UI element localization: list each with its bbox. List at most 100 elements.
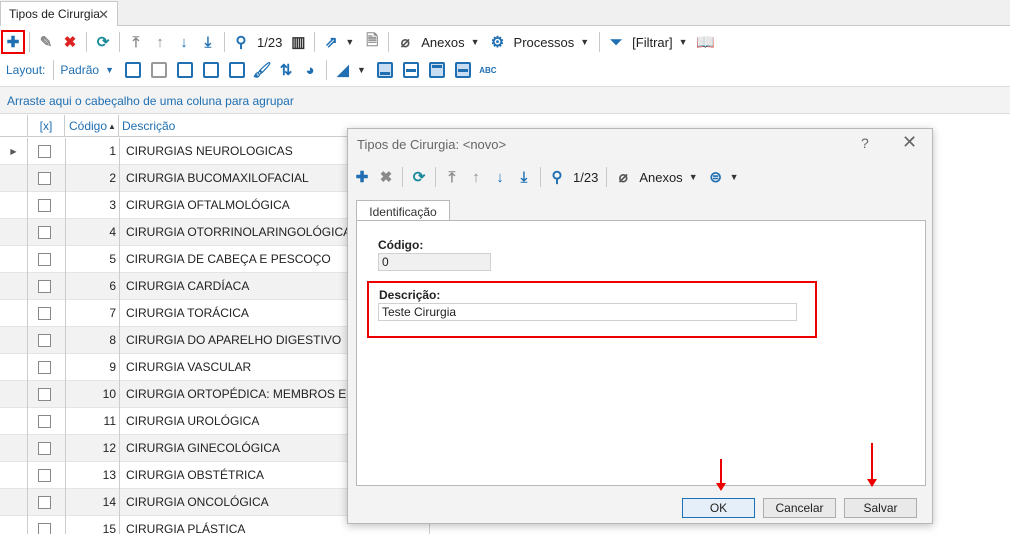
group-by-panel[interactable]: Arraste aqui o cabeçalho de uma coluna p… [0,86,1010,114]
row-checkbox[interactable] [38,280,51,293]
row-indicator[interactable] [0,300,28,327]
column-divider [119,138,120,165]
group-footer-toggle-icon[interactable] [402,62,419,78]
next-record-icon[interactable]: ↓ [173,31,195,53]
options-icon[interactable]: ⊜ [705,166,727,188]
spellcheck-icon[interactable]: ABC [477,59,499,81]
search-icon[interactable]: ⚲ [230,31,252,53]
save-layout-icon[interactable] [177,62,193,78]
annotation-arrow-save [867,443,877,487]
ok-button[interactable]: OK [682,498,755,518]
row-checkbox[interactable] [38,253,51,266]
codigo-field[interactable]: 0 [378,253,491,271]
row-checkbox[interactable] [38,388,51,401]
tab-identificacao[interactable]: Identificação [356,200,450,222]
options-dropdown-caret[interactable]: ▼ [730,172,739,182]
document-icon[interactable]: 🗎 [361,31,383,53]
row-checkbox[interactable] [38,334,51,347]
row-indicator[interactable] [0,192,28,219]
anexos-dropdown-caret[interactable]: ▼ [471,37,480,47]
last-record-icon[interactable]: ⤓ [197,31,219,53]
chart-dropdown-caret[interactable]: ▼ [357,65,366,75]
row-checkbox[interactable] [38,361,51,374]
sort-icon[interactable]: ⇅ [275,59,297,81]
close-icon[interactable]: ✕ [902,132,917,153]
edit-icon[interactable]: ✎ [35,31,57,53]
row-checkbox[interactable] [38,172,51,185]
column-header-check[interactable]: [x] [28,115,65,137]
export-dropdown-caret[interactable]: ▼ [345,37,354,47]
chart-icon[interactable]: ◢ [332,59,354,81]
tab-tipos-de-cirurgia[interactable]: Tipos de Cirurgia ✕ [0,1,118,26]
remove-layout-icon[interactable] [151,62,167,78]
descricao-field[interactable]: Teste Cirurgia [378,303,797,321]
brush-icon[interactable]: 🖌 [251,59,273,81]
row-indicator[interactable] [0,489,28,516]
row-checkbox[interactable] [38,496,51,509]
row-lines-toggle-icon[interactable] [454,62,471,78]
previous-record-icon[interactable]: ↑ [149,31,171,53]
row-indicator[interactable] [0,246,28,273]
download-layout-icon[interactable] [229,62,245,78]
row-indicator[interactable] [0,462,28,489]
row-indicator[interactable] [0,273,28,300]
row-indicator[interactable] [0,165,28,192]
filtrar-button[interactable]: [Filtrar] [632,35,672,50]
layout-dropdown-caret[interactable]: ▼ [105,65,114,75]
cancel-button[interactable]: Cancelar [763,498,836,518]
delete-icon[interactable]: ✖ [59,31,81,53]
last-record-icon[interactable]: ⤓ [513,166,535,188]
toolbar-separator [86,32,87,52]
row-checkbox[interactable] [38,415,51,428]
anexos-button[interactable]: Anexos [421,35,464,50]
row-checkbox[interactable] [38,307,51,320]
layout-select[interactable]: Padrão [60,63,99,77]
row-indicator[interactable] [0,327,28,354]
upload-layout-icon[interactable] [203,62,219,78]
export-icon[interactable]: ⇗ [320,31,342,53]
footer-panel-toggle-icon[interactable] [376,62,393,78]
color-icon[interactable]: ◕ [299,59,321,81]
delete-icon[interactable]: ✖ [375,166,397,188]
columns-icon[interactable]: ▥ [287,31,309,53]
row-indicator[interactable] [0,435,28,462]
previous-record-icon[interactable]: ↑ [465,166,487,188]
next-record-icon[interactable]: ↓ [489,166,511,188]
book-icon[interactable]: 📖 [695,31,717,53]
row-indicator[interactable] [0,219,28,246]
column-divider [119,273,120,300]
refresh-icon[interactable]: ⟳ [408,166,430,188]
close-tab-icon[interactable]: ✕ [98,7,109,23]
toolbar-separator [314,32,316,52]
first-record-icon[interactable]: ⤒ [441,166,463,188]
save-button[interactable]: Salvar [844,498,917,518]
row-indicator[interactable] [0,516,28,534]
row-checkbox[interactable] [38,226,51,239]
refresh-icon[interactable]: ⟳ [92,31,114,53]
dialog-anexos-button[interactable]: Anexos [639,170,682,185]
row-indicator[interactable] [0,354,28,381]
processos-button[interactable]: Processos [514,35,575,50]
column-header-code[interactable]: Código ▲ [65,115,119,137]
add-layout-icon[interactable] [125,62,141,78]
processos-dropdown-caret[interactable]: ▼ [580,37,589,47]
first-record-icon[interactable]: ⤒ [125,31,147,53]
row-checkbox[interactable] [38,442,51,455]
row-code: 11 [103,414,116,428]
document-tab-bar: Tipos de Cirurgia ✕ [0,0,1010,26]
row-indicator[interactable] [0,381,28,408]
row-code: 2 [109,171,116,185]
filtrar-dropdown-caret[interactable]: ▼ [679,37,688,47]
add-icon[interactable]: ✚ [3,32,23,52]
add-icon[interactable]: ✚ [351,166,373,188]
search-icon[interactable]: ⚲ [546,166,568,188]
row-checkbox[interactable] [38,469,51,482]
row-indicator[interactable] [0,408,28,435]
help-icon[interactable]: ? [861,135,869,151]
header-panel-toggle-icon[interactable] [428,62,445,78]
row-checkbox[interactable] [38,523,51,534]
dialog-anexos-dropdown-caret[interactable]: ▼ [689,172,698,182]
row-checkbox[interactable] [38,199,51,212]
row-indicator[interactable]: ▶ [0,138,28,165]
row-checkbox[interactable] [38,145,51,158]
